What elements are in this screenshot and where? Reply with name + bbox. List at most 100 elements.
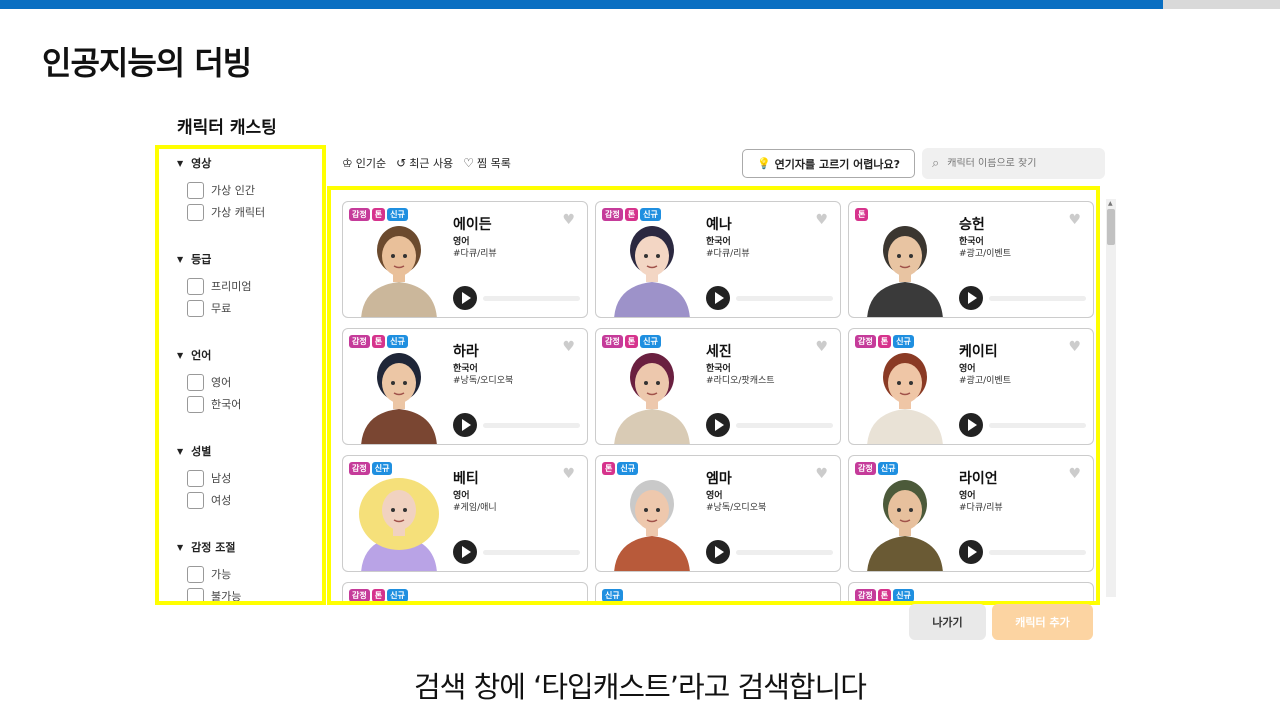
character-card[interactable]: 감정 톤 신규 에이든 영어 #다큐/리뷰 ♥ bbox=[342, 201, 588, 318]
filter-option-label: 남성 bbox=[211, 472, 232, 485]
new-badge: 신규 bbox=[640, 335, 661, 348]
audio-progress-track[interactable] bbox=[483, 296, 580, 301]
character-card-partial[interactable]: 신규 bbox=[595, 582, 841, 601]
filter-checkbox[interactable] bbox=[187, 395, 204, 413]
character-card[interactable]: 감정 톤 신규 케이티 영어 #광고/이벤트 ♥ bbox=[848, 328, 1094, 445]
favorite-heart-icon[interactable]: ♥ bbox=[1068, 339, 1081, 355]
character-card[interactable]: 감정 톤 신규 하라 한국어 #낭독/오디오북 ♥ bbox=[342, 328, 588, 445]
filter-checkbox[interactable] bbox=[187, 203, 204, 221]
collapse-triangle-icon: ▼ bbox=[177, 254, 184, 264]
play-sample-button[interactable] bbox=[706, 540, 730, 564]
favorite-heart-icon[interactable]: ♥ bbox=[562, 339, 575, 355]
filter-checkbox[interactable] bbox=[187, 299, 204, 317]
search-icon: ⌕ bbox=[932, 156, 940, 171]
character-tag: #광고/이벤트 bbox=[959, 249, 1011, 259]
filter-option[interactable]: 가상 인간 bbox=[187, 179, 265, 201]
audio-progress-track[interactable] bbox=[736, 550, 833, 555]
character-name: 엠마 bbox=[706, 471, 732, 487]
play-sample-button[interactable] bbox=[959, 413, 983, 437]
play-sample-button[interactable] bbox=[706, 413, 730, 437]
character-avatar bbox=[353, 343, 445, 444]
grid-scrollbar[interactable]: ▲ bbox=[1106, 199, 1116, 597]
filter-option[interactable]: 가능 bbox=[187, 563, 241, 585]
audio-progress-track[interactable] bbox=[736, 423, 833, 428]
play-sample-button[interactable] bbox=[453, 540, 477, 564]
character-card[interactable]: 감정 신규 베티 영어 #게임/애니 ♥ bbox=[342, 455, 588, 572]
character-card[interactable]: 감정 톤 신규 세진 한국어 #라디오/팟캐스트 ♥ bbox=[595, 328, 841, 445]
exit-button[interactable]: 나가기 bbox=[909, 604, 986, 640]
filter-checkbox[interactable] bbox=[187, 565, 204, 583]
character-card-partial[interactable]: 감정 톤 신규 bbox=[342, 582, 588, 601]
sort-popular-label: 인기순 bbox=[355, 157, 387, 170]
favorite-heart-icon[interactable]: ♥ bbox=[1068, 212, 1081, 228]
filter-option-label: 가상 인간 bbox=[211, 184, 255, 197]
filter-heading[interactable]: ▼ 등급 bbox=[177, 251, 251, 267]
audio-progress-track[interactable] bbox=[483, 550, 580, 555]
favorite-heart-icon[interactable]: ♥ bbox=[815, 466, 828, 482]
filter-group: ▼ 감정 조절가능 불가능 bbox=[177, 539, 241, 601]
help-choose-actor-button[interactable]: 💡 연기자를 고르기 어렵나요? bbox=[742, 149, 915, 178]
filter-checkbox[interactable] bbox=[187, 373, 204, 391]
filter-option-label: 프리미엄 bbox=[211, 280, 252, 293]
filter-heading[interactable]: ▼ 언어 bbox=[177, 347, 241, 363]
filter-option[interactable]: 무료 bbox=[187, 297, 251, 319]
play-sample-button[interactable] bbox=[453, 286, 477, 310]
character-card-partial[interactable]: 감정 톤 신규 bbox=[848, 582, 1094, 601]
slide-caption: 검색 창에 ‘타입캐스트’라고 검색합니다 bbox=[414, 670, 867, 704]
filter-option[interactable]: 영어 bbox=[187, 371, 241, 393]
emotion-badge: 감정 bbox=[349, 589, 370, 601]
play-sample-button[interactable] bbox=[959, 286, 983, 310]
filter-option[interactable]: 여성 bbox=[187, 489, 231, 511]
favorite-heart-icon[interactable]: ♥ bbox=[562, 466, 575, 482]
filter-checkbox[interactable] bbox=[187, 587, 204, 601]
favorites-filter[interactable]: ♡ 찜 목록 bbox=[463, 155, 511, 171]
favorite-heart-icon[interactable]: ♥ bbox=[562, 212, 575, 228]
character-card[interactable]: 톤 신규 엠마 영어 #낭독/오디오북 ♥ bbox=[595, 455, 841, 572]
filter-checkbox[interactable] bbox=[187, 469, 204, 487]
filter-heading[interactable]: ▼ 감정 조절 bbox=[177, 539, 241, 555]
top-accent-bar bbox=[0, 0, 1163, 9]
filter-checkbox[interactable] bbox=[187, 181, 204, 199]
favorite-heart-icon[interactable]: ♥ bbox=[1068, 466, 1081, 482]
favorite-heart-icon[interactable]: ♥ bbox=[815, 212, 828, 228]
help-button-label: 연기자를 고르기 어렵나요? bbox=[774, 157, 901, 171]
new-badge: 신규 bbox=[371, 462, 393, 475]
favorite-heart-icon[interactable]: ♥ bbox=[815, 339, 828, 355]
play-sample-button[interactable] bbox=[453, 413, 477, 437]
filter-option[interactable]: 가상 캐릭터 bbox=[187, 201, 265, 223]
play-sample-button[interactable] bbox=[959, 540, 983, 564]
play-sample-button[interactable] bbox=[706, 286, 730, 310]
character-card[interactable]: 감정 신규 라이언 영어 #다큐/리뷰 ♥ bbox=[848, 455, 1094, 572]
new-badge: 신규 bbox=[617, 462, 639, 475]
sort-recent[interactable]: ↺ 최근 사용 bbox=[396, 155, 453, 171]
character-avatar bbox=[353, 470, 445, 571]
audio-progress-track[interactable] bbox=[989, 296, 1086, 301]
card-badges: 감정 톤 신규 bbox=[855, 589, 916, 601]
scroll-up-icon[interactable]: ▲ bbox=[1108, 200, 1113, 207]
character-card[interactable]: 톤 승헌 한국어 #광고/이벤트 ♥ bbox=[848, 201, 1094, 318]
slide-title: 인공지능의 더빙 bbox=[42, 44, 252, 82]
add-character-button[interactable]: 캐릭터 추가 bbox=[992, 604, 1093, 640]
search-input[interactable] bbox=[947, 158, 1088, 169]
audio-progress-track[interactable] bbox=[989, 423, 1086, 428]
filter-heading-label: 성별 bbox=[191, 445, 212, 458]
filter-option[interactable]: 한국어 bbox=[187, 393, 241, 415]
filter-heading[interactable]: ▼ 영상 bbox=[177, 155, 265, 171]
filter-option[interactable]: 남성 bbox=[187, 467, 231, 489]
sort-popular[interactable]: ♔ 인기순 bbox=[342, 155, 386, 171]
new-badge: 신규 bbox=[877, 462, 899, 475]
audio-progress-track[interactable] bbox=[989, 550, 1086, 555]
tone-badge: 톤 bbox=[371, 589, 386, 601]
audio-progress-track[interactable] bbox=[736, 296, 833, 301]
scroll-thumb[interactable] bbox=[1107, 209, 1115, 245]
filter-heading[interactable]: ▼ 성별 bbox=[177, 443, 231, 459]
tone-badge: 톤 bbox=[624, 208, 639, 221]
emotion-badge: 감정 bbox=[855, 335, 876, 348]
filter-checkbox[interactable] bbox=[187, 277, 204, 295]
heart-outline-icon: ♡ bbox=[463, 156, 474, 170]
audio-progress-track[interactable] bbox=[483, 423, 580, 428]
character-card[interactable]: 감정 톤 신규 예나 한국어 #다큐/리뷰 ♥ bbox=[595, 201, 841, 318]
filter-checkbox[interactable] bbox=[187, 491, 204, 509]
filter-option[interactable]: 불가능 bbox=[187, 585, 241, 601]
filter-option[interactable]: 프리미엄 bbox=[187, 275, 251, 297]
